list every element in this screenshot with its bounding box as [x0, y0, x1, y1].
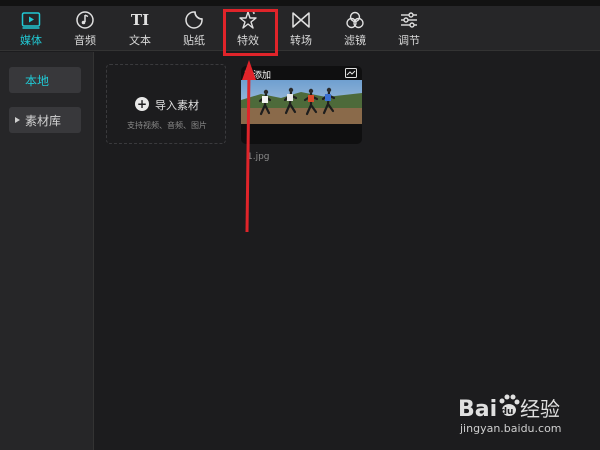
caret-right-icon — [15, 117, 20, 123]
tab-label: 调节 — [398, 34, 420, 47]
svg-text:TI: TI — [131, 11, 149, 29]
tab-label: 贴纸 — [183, 34, 205, 47]
tab-media[interactable]: 媒体 — [5, 6, 57, 51]
three-circles-icon — [346, 11, 364, 29]
sliders-icon — [401, 12, 417, 28]
tab-text[interactable]: TI 文本 — [114, 6, 166, 51]
media-item-card[interactable]: 已添加 — [241, 66, 362, 144]
bowtie-icon — [292, 12, 310, 28]
main-toolbar: 媒体 音频 TI 文本 贴纸 特效 转场 滤镜 调节 — [0, 6, 600, 51]
baidu-watermark: Bai du 经验 jingyan.baidu.com — [456, 386, 596, 446]
sticker-icon — [185, 11, 203, 29]
text-TI-icon: TI — [131, 11, 149, 29]
tab-audio[interactable]: 音频 — [59, 6, 111, 51]
sidebar-item-library[interactable]: 素材库 — [9, 107, 81, 133]
tab-label: 媒体 — [20, 34, 42, 47]
added-badge: 已添加 — [244, 71, 272, 81]
media-filename: 1.jpg — [247, 152, 270, 162]
watermark-url: jingyan.baidu.com — [460, 422, 562, 435]
tab-label: 滤镜 — [344, 34, 366, 47]
svg-text:du: du — [501, 407, 514, 417]
import-label: 导入素材 — [155, 99, 199, 112]
tab-transition[interactable]: 转场 — [275, 6, 327, 51]
media-sidebar: 本地 素材库 — [0, 52, 94, 450]
music-note-icon — [76, 11, 94, 29]
tab-label: 转场 — [290, 34, 312, 47]
import-supported-formats: 支持视频、音频、图片 — [127, 121, 207, 130]
tab-label: 音频 — [74, 34, 96, 47]
import-media-button[interactable]: + 导入素材 支持视频、音频、图片 — [106, 64, 226, 144]
tab-filter[interactable]: 滤镜 — [329, 6, 381, 51]
sidebar-item-label: 本地 — [25, 74, 50, 88]
media-play-icon — [21, 12, 41, 29]
tab-adjust[interactable]: 调节 — [383, 6, 435, 51]
svg-text:经验: 经验 — [520, 397, 560, 421]
replace-image-icon[interactable] — [345, 68, 357, 78]
plus-icon: + — [135, 97, 149, 111]
baidu-logo-icon: Bai du 经验 — [458, 394, 560, 422]
media-thumbnail — [241, 80, 362, 124]
svg-text:Bai: Bai — [458, 397, 497, 422]
sidebar-item-local[interactable]: 本地 — [9, 67, 81, 93]
effects-tab-highlight-box — [223, 9, 278, 56]
sidebar-item-label: 素材库 — [25, 114, 62, 128]
tab-label: 文本 — [129, 34, 151, 47]
tab-sticker[interactable]: 贴纸 — [168, 6, 220, 51]
